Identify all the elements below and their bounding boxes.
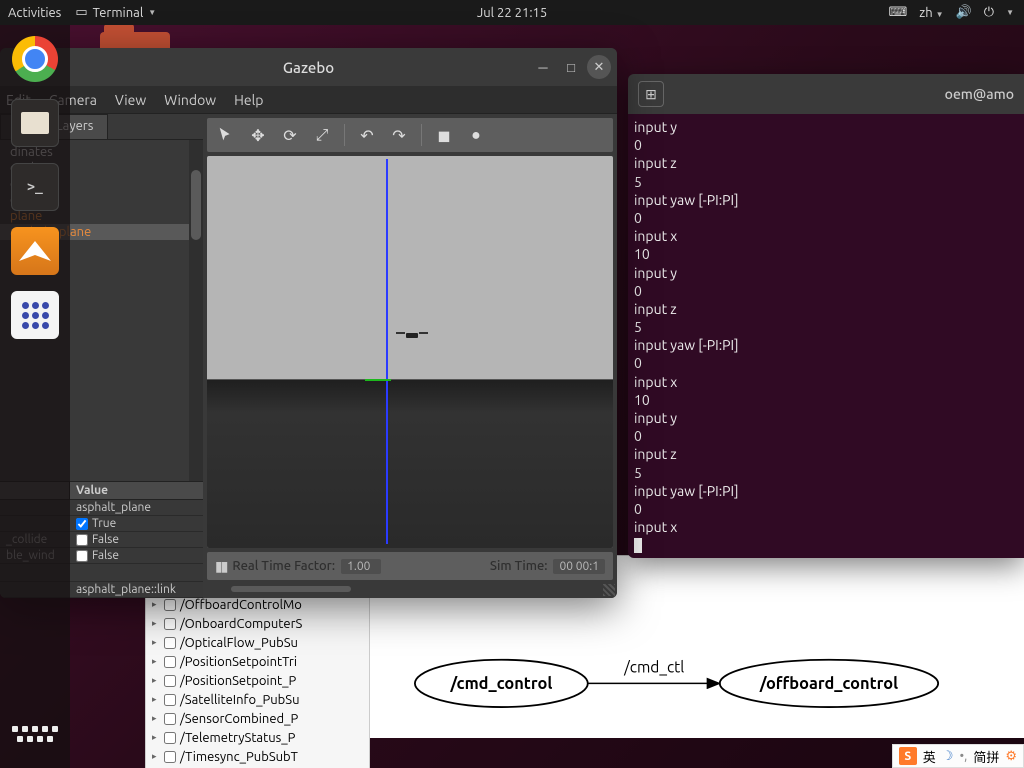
z-axis: [386, 159, 388, 544]
software-icon[interactable]: [11, 227, 59, 275]
topic-row[interactable]: ▸/TelemetryStatus_P: [146, 728, 369, 747]
undo-icon[interactable]: ↶: [354, 122, 380, 148]
input-lang[interactable]: zh ▼: [919, 6, 943, 20]
terminal-launcher-icon[interactable]: [11, 163, 59, 211]
move-tool-icon[interactable]: ✥: [245, 122, 271, 148]
topic-checkbox[interactable]: [164, 694, 176, 706]
gnome-topbar: Activities ▭ Terminal ▼ Jul 22 21:15 ⌨ z…: [0, 0, 1024, 25]
graph-node-label: /offboard_control: [759, 675, 898, 693]
topic-checkbox[interactable]: [164, 732, 176, 744]
gazebo-window[interactable]: Gazebo ─ □ ✕ Edit Camera View Window Hel…: [0, 48, 617, 598]
activities-button[interactable]: Activities: [8, 6, 61, 20]
rtf-value: 1.00: [341, 559, 381, 574]
topic-checkbox[interactable]: [164, 675, 176, 687]
volume-icon[interactable]: 🔊: [956, 5, 972, 20]
files-icon[interactable]: [11, 99, 59, 147]
gazebo-menubar: Edit Camera View Window Help: [0, 86, 617, 114]
redo-icon[interactable]: ↷: [386, 122, 412, 148]
terminal-output[interactable]: input y 0 input z 5 input yaw [-PI:PI] 0…: [628, 114, 1024, 558]
x-axis: [365, 379, 391, 381]
ros-app-icon[interactable]: [11, 291, 59, 339]
prop-checkbox[interactable]: [76, 518, 88, 530]
graph-edge-label: /cmd_ctl: [623, 658, 684, 675]
topic-row[interactable]: ▸/OnboardComputerS: [146, 614, 369, 633]
moon-icon[interactable]: ☽: [942, 749, 954, 764]
topic-row[interactable]: ▸/SensorCombined_P: [146, 709, 369, 728]
sogou-icon[interactable]: S: [899, 747, 917, 765]
simtime-value: 00 00:1: [553, 559, 605, 574]
dock: [0, 25, 70, 768]
ime-bar[interactable]: S 英 ☽ •, 简拼 ⚙: [892, 744, 1024, 768]
menu-view[interactable]: View: [115, 92, 146, 108]
topic-row[interactable]: ▸/SatelliteInfo_PubSu: [146, 690, 369, 709]
terminal-titlebar[interactable]: ⊞ oem@amo: [628, 74, 1024, 114]
h-scrollbar[interactable]: [207, 584, 613, 594]
topic-checkbox[interactable]: [164, 656, 176, 668]
ime-mode[interactable]: 简拼: [973, 747, 999, 766]
scale-tool-icon[interactable]: ⤢: [309, 122, 335, 148]
terminal-window[interactable]: ⊞ oem@amo input y 0 input z 5 input yaw …: [628, 74, 1024, 558]
close-button[interactable]: ✕: [587, 55, 611, 79]
rtf-label: Real Time Factor:: [232, 559, 335, 573]
power-icon[interactable]: ⏻: [984, 5, 994, 20]
gazebo-toolbar: ✥ ⟳ ⤢ ↶ ↷ ◼ ●: [207, 118, 613, 152]
system-menu-chevron-icon[interactable]: ▼: [1006, 8, 1014, 17]
keyboard-icon[interactable]: ⌨: [889, 5, 908, 20]
ime-lang[interactable]: 英: [923, 747, 936, 766]
prop-checkbox[interactable]: [76, 550, 88, 562]
sphere-shape-icon[interactable]: ●: [463, 122, 489, 148]
topic-row[interactable]: ▸/Timesync_PubSubT: [146, 747, 369, 766]
gear-icon[interactable]: ⚙: [1005, 749, 1017, 764]
gazebo-statusbar: ▮▮ Real Time Factor: 1.00 Sim Time: 00 0…: [207, 552, 613, 580]
gazebo-titlebar[interactable]: Gazebo ─ □ ✕: [0, 48, 617, 86]
terminal-icon: ▭: [75, 5, 87, 20]
chrome-icon[interactable]: [11, 35, 59, 83]
chevron-down-icon: ▼: [148, 8, 156, 17]
scrollbar[interactable]: [189, 140, 203, 481]
show-apps-icon[interactable]: [11, 710, 59, 758]
pause-button[interactable]: ▮▮: [215, 558, 226, 575]
cursor-icon: [634, 538, 642, 553]
simtime-label: Sim Time:: [490, 559, 548, 573]
rotate-tool-icon[interactable]: ⟳: [277, 122, 303, 148]
box-shape-icon[interactable]: ◼: [431, 122, 457, 148]
drone-model[interactable]: [398, 332, 426, 340]
topic-checkbox[interactable]: [164, 599, 176, 611]
select-tool-icon[interactable]: [213, 122, 239, 148]
ground-plane: [207, 379, 613, 548]
topic-checkbox[interactable]: [164, 713, 176, 725]
minimize-button[interactable]: ─: [531, 55, 555, 79]
prop-checkbox[interactable]: [76, 534, 88, 546]
active-app-label: Terminal: [93, 6, 144, 20]
menu-help[interactable]: Help: [234, 92, 263, 108]
active-app-menu[interactable]: ▭ Terminal ▼: [75, 5, 156, 20]
new-tab-button[interactable]: ⊞: [638, 81, 664, 107]
gazebo-viewport[interactable]: [207, 156, 613, 548]
window-title: Gazebo: [283, 59, 334, 76]
maximize-button[interactable]: □: [559, 55, 583, 79]
topic-row[interactable]: ▸/OpticalFlow_PubSu: [146, 633, 369, 652]
terminal-title: oem@amo: [945, 86, 1014, 102]
clock[interactable]: Jul 22 21:15: [477, 6, 547, 20]
topics-panel: ▸/OffboardControlMo ▸/OnboardComputerS ▸…: [145, 594, 370, 768]
topic-checkbox[interactable]: [164, 751, 176, 763]
topic-row[interactable]: ▸/PositionSetpointTri: [146, 652, 369, 671]
topic-checkbox[interactable]: [164, 618, 176, 630]
topic-row[interactable]: ▸/PositionSetpoint_P: [146, 671, 369, 690]
resize-grip-icon[interactable]: [603, 584, 615, 596]
topic-checkbox[interactable]: [164, 637, 176, 649]
menu-window[interactable]: Window: [164, 92, 216, 108]
graph-node-label: /cmd_control: [449, 675, 552, 693]
